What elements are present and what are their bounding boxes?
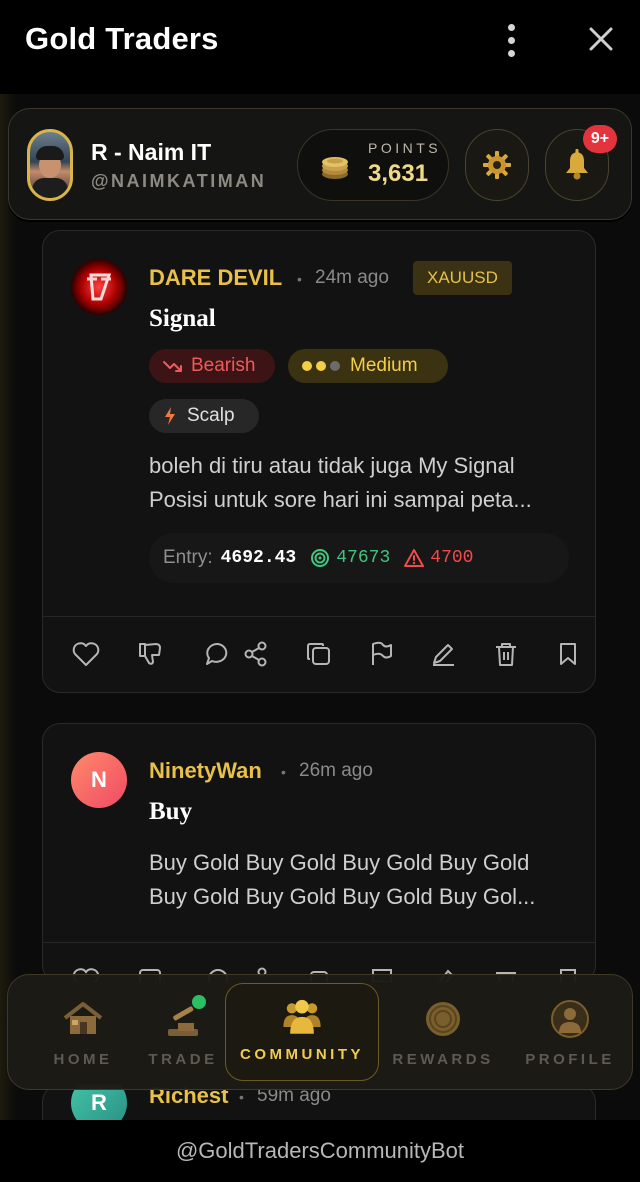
- user-header-card: R - Naim IT @NAIMKATIMAN POINTS 3,631 9+: [8, 108, 632, 220]
- nav-label: TRADE: [148, 1051, 218, 1068]
- lightning-icon: [165, 407, 175, 425]
- bearish-tag: Bearish: [149, 349, 275, 383]
- nav-community[interactable]: COMMUNITY: [225, 983, 379, 1081]
- bottom-navigation: HOME TRADE COMMUNITY REWARDS PROFILE: [7, 974, 633, 1090]
- profile-icon: [548, 997, 592, 1041]
- user-handle: @NAIMKATIMAN: [91, 171, 267, 191]
- bot-username-footer[interactable]: @GoldTradersCommunityBot: [0, 1120, 640, 1182]
- comment-icon[interactable]: [203, 639, 233, 669]
- window-title: Gold Traders: [25, 21, 219, 56]
- nav-label: REWARDS: [392, 1051, 494, 1068]
- warning-icon: [404, 549, 425, 567]
- coin-stack-icon: [322, 157, 348, 179]
- window-header: Gold Traders: [0, 0, 640, 80]
- strength-dots-icon: [302, 361, 340, 371]
- app-area: DARE DEVIL • 24m ago XAUUSD Signal Beari…: [0, 94, 640, 1120]
- strength-tag: Medium: [288, 349, 448, 383]
- house-icon: [61, 997, 105, 1041]
- nav-trade[interactable]: TRADE: [128, 975, 238, 1091]
- entry-label: Entry:: [163, 547, 213, 568]
- take-profit-value: 47673: [336, 548, 391, 568]
- edit-icon[interactable]: [428, 639, 458, 669]
- author-avatar[interactable]: [71, 259, 127, 315]
- delete-icon[interactable]: [491, 639, 521, 669]
- points-value: 3,631: [368, 160, 429, 187]
- community-people-icon: [280, 994, 324, 1038]
- post-body: Buy Gold Buy Gold Buy Gold Buy Gold Buy …: [149, 846, 569, 914]
- bell-icon: [566, 149, 588, 180]
- online-indicator: [192, 995, 206, 1009]
- strength-label: Medium: [350, 355, 418, 376]
- user-name: R - Naim IT: [91, 139, 212, 165]
- nav-profile[interactable]: PROFILE: [514, 975, 626, 1091]
- separator-dot: •: [281, 764, 286, 780]
- post-time: 24m ago: [315, 267, 389, 288]
- copy-icon[interactable]: [304, 639, 334, 669]
- post-time: 26m ago: [299, 760, 373, 781]
- like-icon[interactable]: [71, 639, 101, 669]
- post-card[interactable]: N NinetyWan • 26m ago Buy Buy Gold Buy G…: [42, 723, 596, 983]
- points-label: POINTS: [368, 140, 442, 156]
- devil-logo-icon: [87, 273, 112, 301]
- close-icon[interactable]: [584, 22, 618, 56]
- nav-label: PROFILE: [525, 1051, 615, 1068]
- more-menu-icon[interactable]: [494, 20, 528, 60]
- settings-button[interactable]: [465, 129, 529, 201]
- author-avatar[interactable]: N: [71, 752, 127, 808]
- nav-label: COMMUNITY: [240, 1046, 364, 1063]
- post-card[interactable]: DARE DEVIL • 24m ago XAUUSD Signal Beari…: [42, 230, 596, 693]
- nav-label: HOME: [53, 1051, 113, 1068]
- nav-rewards[interactable]: REWARDS: [388, 975, 498, 1091]
- separator-dot: •: [297, 271, 302, 287]
- bookmark-icon[interactable]: [553, 639, 583, 669]
- avatar[interactable]: [27, 129, 73, 201]
- style-tag: Scalp: [149, 399, 259, 433]
- separator-dot: •: [239, 1089, 244, 1105]
- author-name[interactable]: NinetyWan: [149, 758, 262, 784]
- notification-badge: 9+: [583, 125, 617, 153]
- bearish-label: Bearish: [191, 355, 256, 376]
- post-body: boleh di tiru atau tidak juga My Signal …: [149, 449, 569, 517]
- gear-icon: [483, 151, 511, 179]
- post-actions: [43, 616, 595, 692]
- post-title: Signal: [149, 305, 216, 332]
- post-body-line: Posisi untuk sore hari ini sampai peta..…: [149, 487, 532, 512]
- target-icon: [311, 549, 330, 567]
- symbol-badge: XAUUSD: [413, 261, 512, 295]
- nav-home[interactable]: HOME: [28, 975, 138, 1091]
- stop-loss-value: 4700: [430, 548, 474, 568]
- dislike-icon[interactable]: [135, 639, 165, 669]
- trend-down-icon: [163, 361, 182, 372]
- points-display[interactable]: POINTS 3,631: [297, 129, 449, 201]
- style-label: Scalp: [187, 405, 235, 426]
- post-body-line: Buy Gold Buy Gold Buy Gold Buy Gold: [149, 850, 530, 875]
- entry-value: 4692.43: [220, 548, 297, 568]
- coin-icon: [421, 997, 465, 1041]
- post-body-line: Buy Gold Buy Gold Buy Gold Buy Gol...: [149, 884, 536, 909]
- signal-levels: Entry: 4692.43 47673 4700: [149, 533, 569, 583]
- post-body-line: boleh di tiru atau tidak juga My Signal: [149, 453, 515, 478]
- author-name[interactable]: DARE DEVIL: [149, 265, 282, 291]
- post-title: Buy: [149, 798, 193, 825]
- flag-icon[interactable]: [366, 639, 396, 669]
- share-icon[interactable]: [241, 639, 271, 669]
